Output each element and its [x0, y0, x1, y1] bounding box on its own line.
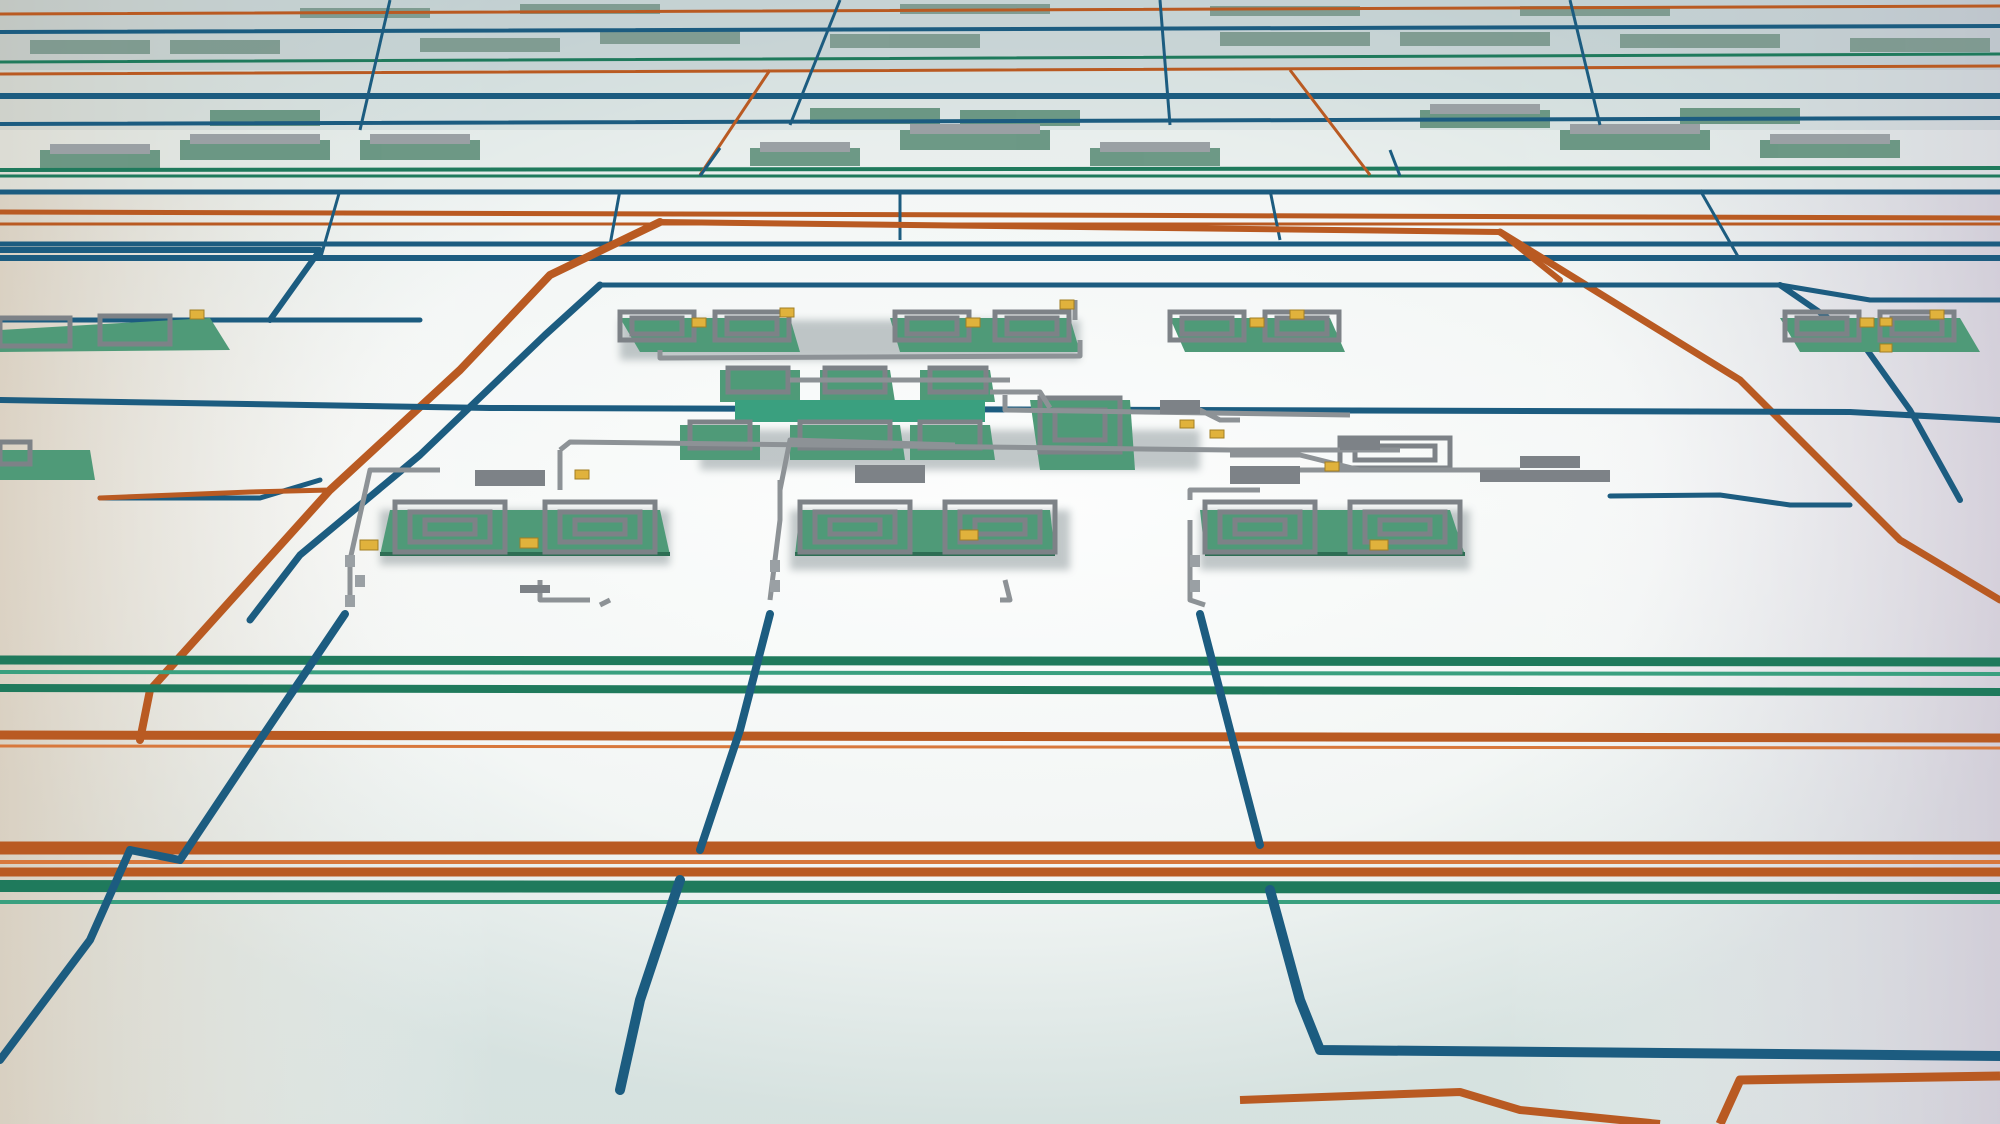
- circuit-scene: [0, 0, 2000, 1124]
